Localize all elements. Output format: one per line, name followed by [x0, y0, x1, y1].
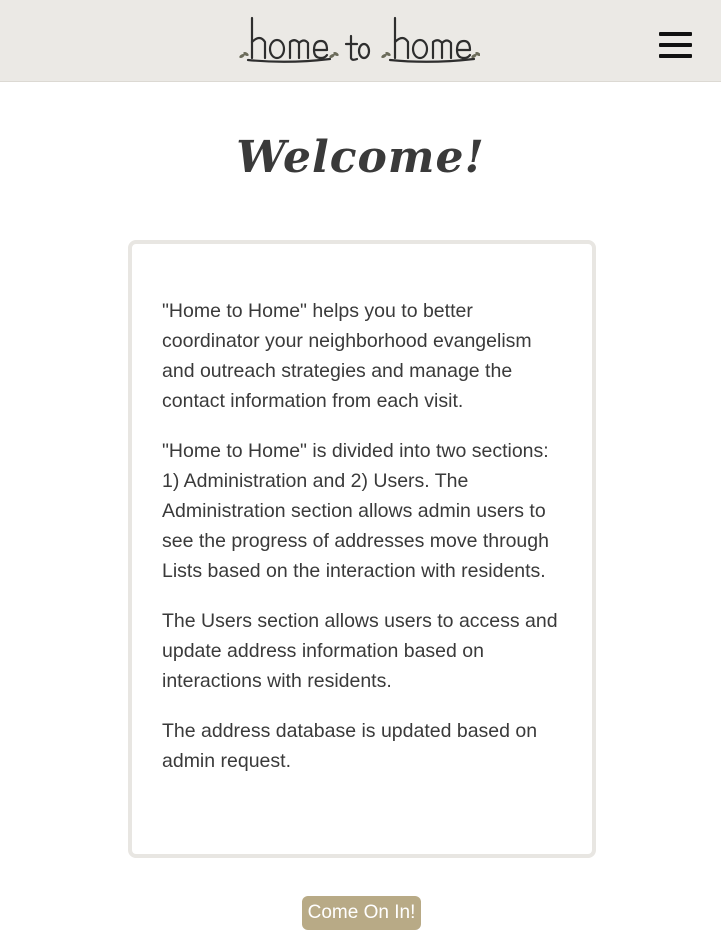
menu-bar-bottom [659, 54, 692, 58]
logo-artwork [239, 16, 480, 63]
menu-bar-middle [659, 43, 692, 47]
intro-paragraph-3: The Users section allows users to access… [162, 610, 558, 692]
intro-card: "Home to Home" helps you to better coord… [128, 240, 596, 858]
intro-paragraph-4: The address database is updated based on… [162, 720, 538, 772]
top-navbar [0, 0, 721, 82]
home-to-home-logo[interactable] [238, 12, 480, 68]
come-on-in-button[interactable]: Come On In! [302, 896, 421, 930]
menu-bar-top [659, 32, 692, 36]
intro-paragraph-2: "Home to Home" is divided into two secti… [162, 440, 549, 582]
page-title: Welcome! [236, 132, 485, 183]
hamburger-menu-button[interactable] [652, 26, 700, 66]
intro-paragraph-1: "Home to Home" helps you to better coord… [162, 300, 532, 412]
